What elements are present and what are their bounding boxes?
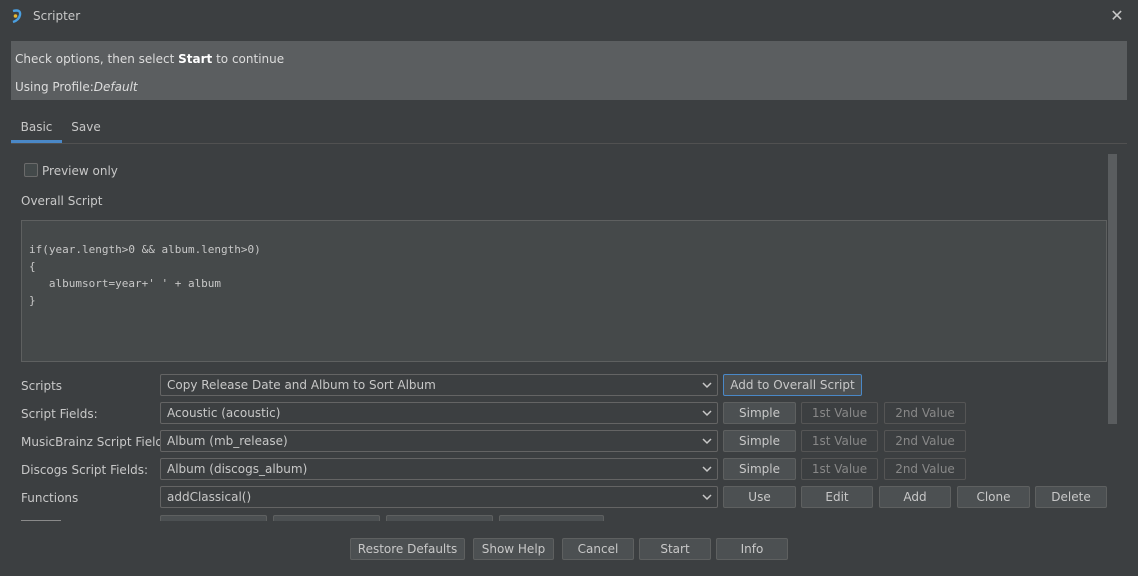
tab-save[interactable]: Save: [62, 113, 110, 143]
profile-text: Using Profile:Default: [15, 80, 138, 94]
basic-tab-content: Preview only Overall Script if(year.leng…: [11, 145, 1116, 521]
chevron-down-icon: [702, 410, 712, 417]
script-fields-2nd-value-button[interactable]: 2nd Value: [884, 402, 966, 424]
restore-defaults-button[interactable]: Restore Defaults: [350, 538, 465, 560]
mb-script-fields-value: Album (mb_release): [167, 434, 288, 448]
tab-basic[interactable]: Basic: [11, 113, 62, 143]
overall-script-editor[interactable]: if(year.length>0 && album.length>0) { al…: [21, 220, 1107, 362]
function-add-button[interactable]: Add: [879, 486, 951, 508]
script-fields-1st-value-button[interactable]: 1st Value: [801, 402, 878, 424]
window-title: Scripter: [33, 9, 81, 23]
mb-2nd-value-button[interactable]: 2nd Value: [884, 430, 966, 452]
clipped-button[interactable]: [386, 515, 493, 521]
chevron-down-icon: [702, 494, 712, 501]
start-button[interactable]: Start: [639, 538, 711, 560]
instruction-text: Check options, then select Start to cont…: [15, 52, 285, 66]
start-emphasis: Start: [178, 52, 213, 66]
discogs-1st-value-button[interactable]: 1st Value: [801, 458, 878, 480]
function-edit-button[interactable]: Edit: [801, 486, 873, 508]
overall-script-label: Overall Script: [21, 194, 103, 208]
title-bar: Scripter ✕: [0, 0, 1138, 33]
script-fields-label: Script Fields:: [21, 407, 98, 421]
function-delete-button[interactable]: Delete: [1035, 486, 1107, 508]
mb-1st-value-button[interactable]: 1st Value: [801, 430, 878, 452]
show-help-button[interactable]: Show Help: [473, 538, 554, 560]
chevron-down-icon: [702, 438, 712, 445]
discogs-script-fields-dropdown[interactable]: Album (discogs_album): [160, 458, 718, 480]
scripts-dropdown[interactable]: Copy Release Date and Album to Sort Albu…: [160, 374, 718, 396]
profile-name: Default: [93, 80, 138, 94]
mb-simple-button[interactable]: Simple: [723, 430, 796, 452]
discogs-script-fields-value: Album (discogs_album): [167, 462, 308, 476]
function-clone-button[interactable]: Clone: [957, 486, 1030, 508]
scripts-label: Scripts: [21, 379, 63, 393]
chevron-down-icon: [702, 382, 712, 389]
script-fields-value: Acoustic (acoustic): [167, 406, 281, 420]
add-to-overall-script-button[interactable]: Add to Overall Script: [723, 374, 862, 396]
script-fields-dropdown[interactable]: Acoustic (acoustic): [160, 402, 718, 424]
chevron-down-icon: [702, 466, 712, 473]
functions-label: Functions: [21, 491, 79, 505]
functions-value: addClassical(): [167, 490, 252, 504]
scripts-value: Copy Release Date and Album to Sort Albu…: [167, 378, 436, 392]
mb-script-fields-label: MusicBrainz Script Fields:: [21, 435, 174, 449]
cancel-button[interactable]: Cancel: [562, 538, 634, 560]
app-icon: [12, 9, 22, 24]
discogs-simple-button[interactable]: Simple: [723, 458, 796, 480]
close-icon[interactable]: ✕: [1106, 5, 1128, 27]
function-use-button[interactable]: Use: [723, 486, 796, 508]
functions-dropdown[interactable]: addClassical(): [160, 486, 718, 508]
info-panel: Check options, then select Start to cont…: [11, 41, 1127, 100]
info-button[interactable]: Info: [716, 538, 788, 560]
discogs-script-fields-label: Discogs Script Fields:: [21, 463, 149, 477]
clipped-button[interactable]: [499, 515, 604, 521]
scrollbar-thumb[interactable]: [1108, 154, 1117, 424]
discogs-2nd-value-button[interactable]: 2nd Value: [884, 458, 966, 480]
mb-script-fields-dropdown[interactable]: Album (mb_release): [160, 430, 718, 452]
script-fields-simple-button[interactable]: Simple: [723, 402, 796, 424]
tab-divider: [11, 143, 1127, 144]
preview-only-label: Preview only: [42, 164, 118, 178]
preview-only-checkbox[interactable]: [24, 163, 38, 177]
clipped-button[interactable]: [273, 515, 380, 521]
clipped-button[interactable]: [160, 515, 267, 521]
clipped-row-label: [21, 517, 71, 521]
